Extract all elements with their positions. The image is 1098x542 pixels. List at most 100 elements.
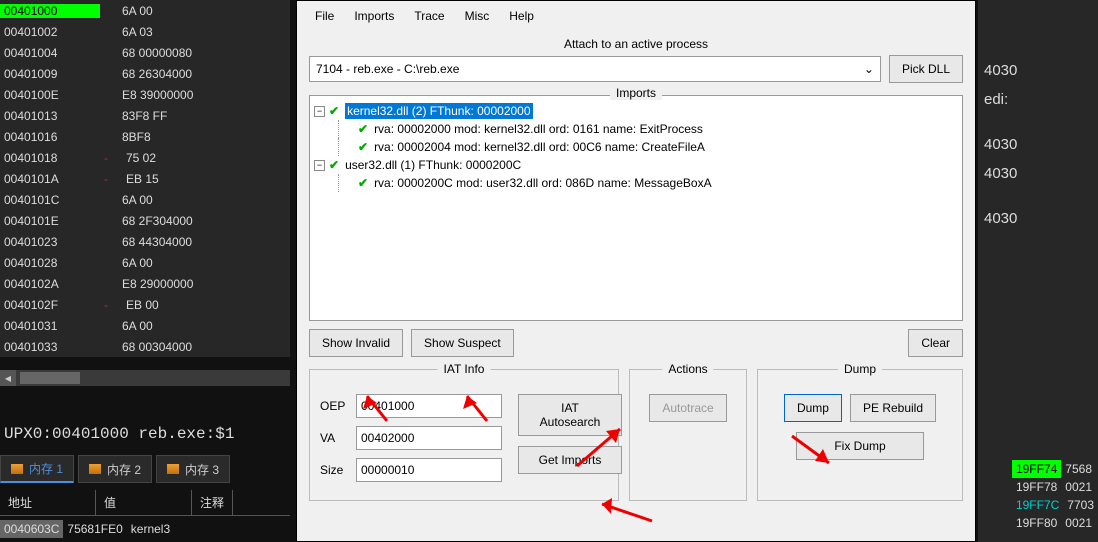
disassembly-panel: 00401000 6A 0000401002 6A 0300401004 68 … — [0, 0, 290, 357]
bytes: E8 39000000 — [104, 88, 193, 102]
memory-header: 地址 值 注释 — [0, 490, 290, 516]
stack-row[interactable]: 19FF747568 — [1012, 460, 1098, 478]
menu-file[interactable]: File — [307, 7, 342, 25]
bytes: 68 00304000 — [104, 340, 192, 354]
va-input[interactable] — [356, 426, 502, 450]
fix-dump-button[interactable]: Fix Dump — [796, 432, 924, 460]
disasm-row[interactable]: 00401016 8BF8 — [0, 126, 290, 147]
oep-label: OEP — [320, 399, 350, 413]
status-line: UPX0:00401000 reb.exe:$1 — [4, 425, 234, 443]
address: 0040102F — [0, 298, 100, 312]
attach-label: Attach to an active process — [297, 37, 975, 51]
autotrace-button[interactable]: Autotrace — [649, 394, 726, 422]
address: 0040101E — [0, 214, 100, 228]
disasm-row[interactable]: 0040101E 68 2F304000 — [0, 210, 290, 231]
scroll-left-icon[interactable]: ◀ — [0, 370, 16, 386]
stack-row[interactable]: 19FF800021 — [1012, 514, 1098, 532]
bytes: 83F8 FF — [104, 109, 167, 123]
address: 00401016 — [0, 130, 100, 144]
stack-row[interactable]: 19FF7C7703 — [1012, 496, 1098, 514]
address: 00401031 — [0, 319, 100, 333]
disasm-row[interactable]: 00401000 6A 00 — [0, 0, 290, 21]
col-address: 地址 — [0, 490, 96, 515]
bytes: 6A 00 — [104, 4, 153, 18]
bytes: 75 02 — [108, 151, 156, 165]
scroll-thumb[interactable] — [20, 372, 80, 384]
disasm-row[interactable]: 0040100E E8 39000000 — [0, 84, 290, 105]
oep-input[interactable] — [356, 394, 502, 418]
address: 00401013 — [0, 109, 100, 123]
jump-marker: - — [100, 151, 108, 165]
disasm-row[interactable]: 0040102A E8 29000000 — [0, 273, 290, 294]
check-icon: ✔ — [329, 158, 339, 172]
address: 00401028 — [0, 256, 100, 270]
bytes: 68 00000080 — [104, 46, 192, 60]
memory-tab-1[interactable]: 内存 1 — [0, 455, 74, 483]
disasm-row[interactable]: 0040102F-EB 00 — [0, 294, 290, 315]
menu-trace[interactable]: Trace — [406, 7, 452, 25]
size-input[interactable] — [356, 458, 502, 482]
iat-autosearch-button[interactable]: IAT Autosearch — [518, 394, 622, 436]
bytes: EB 00 — [108, 298, 159, 312]
bytes: EB 15 — [108, 172, 159, 186]
address: 00401004 — [0, 46, 100, 60]
disasm-row[interactable]: 00401023 68 44304000 — [0, 231, 290, 252]
disasm-row[interactable]: 00401018-75 02 — [0, 147, 290, 168]
disasm-row[interactable]: 00401002 6A 03 — [0, 21, 290, 42]
pick-dll-button[interactable]: Pick DLL — [889, 55, 963, 83]
memory-tab-2[interactable]: 内存 2 — [78, 455, 152, 483]
disasm-row[interactable]: 00401031 6A 00 — [0, 315, 290, 336]
address: 00401018 — [0, 151, 100, 165]
disasm-row[interactable]: 00401033 68 00304000 — [0, 336, 290, 357]
memory-tabs: 内存 1 内存 2 内存 3 — [0, 455, 230, 483]
tree-leaf[interactable]: ✔ rva: 00002000 mod: kernel32.dll ord: 0… — [338, 120, 958, 138]
tree-leaf[interactable]: ✔ rva: 0000200C mod: user32.dll ord: 086… — [338, 174, 958, 192]
dump-button[interactable]: Dump — [784, 394, 842, 422]
disasm-row[interactable]: 0040101C 6A 00 — [0, 189, 290, 210]
clear-button[interactable]: Clear — [908, 329, 963, 357]
show-invalid-button[interactable]: Show Invalid — [309, 329, 403, 357]
chevron-down-icon: ⌄ — [864, 62, 874, 76]
show-suspect-button[interactable]: Show Suspect — [411, 329, 514, 357]
collapse-icon[interactable]: − — [314, 160, 325, 171]
memory-tab-3[interactable]: 内存 3 — [156, 455, 230, 483]
disasm-row[interactable]: 00401009 68 26304000 — [0, 63, 290, 84]
get-imports-button[interactable]: Get Imports — [518, 446, 622, 474]
process-combo[interactable]: 7104 - reb.exe - C:\reb.exe ⌄ — [309, 56, 881, 82]
bytes: 6A 00 — [104, 193, 153, 207]
memory-icon — [167, 464, 179, 474]
tree-node-kernel32[interactable]: − ✔ kernel32.dll (2) FThunk: 00002000 — [314, 102, 958, 120]
bytes: 68 44304000 — [104, 235, 192, 249]
disasm-row[interactable]: 00401013 83F8 FF — [0, 105, 290, 126]
memory-icon — [89, 464, 101, 474]
check-icon: ✔ — [358, 122, 368, 136]
imports-box: Imports − ✔ kernel32.dll (2) FThunk: 000… — [309, 95, 963, 321]
horizontal-scrollbar[interactable]: ◀ — [0, 370, 290, 386]
size-label: Size — [320, 463, 350, 477]
iat-info-panel: IAT Info OEP VA Size IAT Autosearch Get … — [309, 369, 619, 501]
bytes: 6A 00 — [104, 256, 153, 270]
pe-rebuild-button[interactable]: PE Rebuild — [850, 394, 936, 422]
menu-imports[interactable]: Imports — [346, 7, 402, 25]
imports-tree[interactable]: − ✔ kernel32.dll (2) FThunk: 00002000 ✔ … — [310, 96, 962, 198]
disasm-row[interactable]: 00401028 6A 00 — [0, 252, 290, 273]
disasm-row[interactable]: 0040101A-EB 15 — [0, 168, 290, 189]
scylla-dialog: File Imports Trace Misc Help Attach to a… — [296, 0, 976, 542]
address: 00401023 — [0, 235, 100, 249]
address: 0040102A — [0, 277, 100, 291]
dump-panel: Dump Dump PE Rebuild Fix Dump — [757, 369, 963, 501]
memory-row[interactable]: 0040603C 75681FE0 kernel3 — [0, 520, 174, 538]
memory-icon — [11, 464, 23, 474]
menu-help[interactable]: Help — [501, 7, 542, 25]
imports-label: Imports — [610, 86, 662, 100]
bytes: 6A 03 — [104, 25, 153, 39]
tree-leaf[interactable]: ✔ rva: 00002004 mod: kernel32.dll ord: 0… — [338, 138, 958, 156]
stack-row[interactable]: 19FF780021 — [1012, 478, 1098, 496]
menu-misc[interactable]: Misc — [457, 7, 498, 25]
disasm-row[interactable]: 00401004 68 00000080 — [0, 42, 290, 63]
jump-marker: - — [100, 298, 108, 312]
check-icon: ✔ — [329, 104, 339, 118]
collapse-icon[interactable]: − — [314, 106, 325, 117]
tree-node-user32[interactable]: − ✔ user32.dll (1) FThunk: 0000200C — [314, 156, 958, 174]
stack-panel: 19FF74756819FF78002119FF7C770319FF800021 — [1012, 460, 1098, 532]
